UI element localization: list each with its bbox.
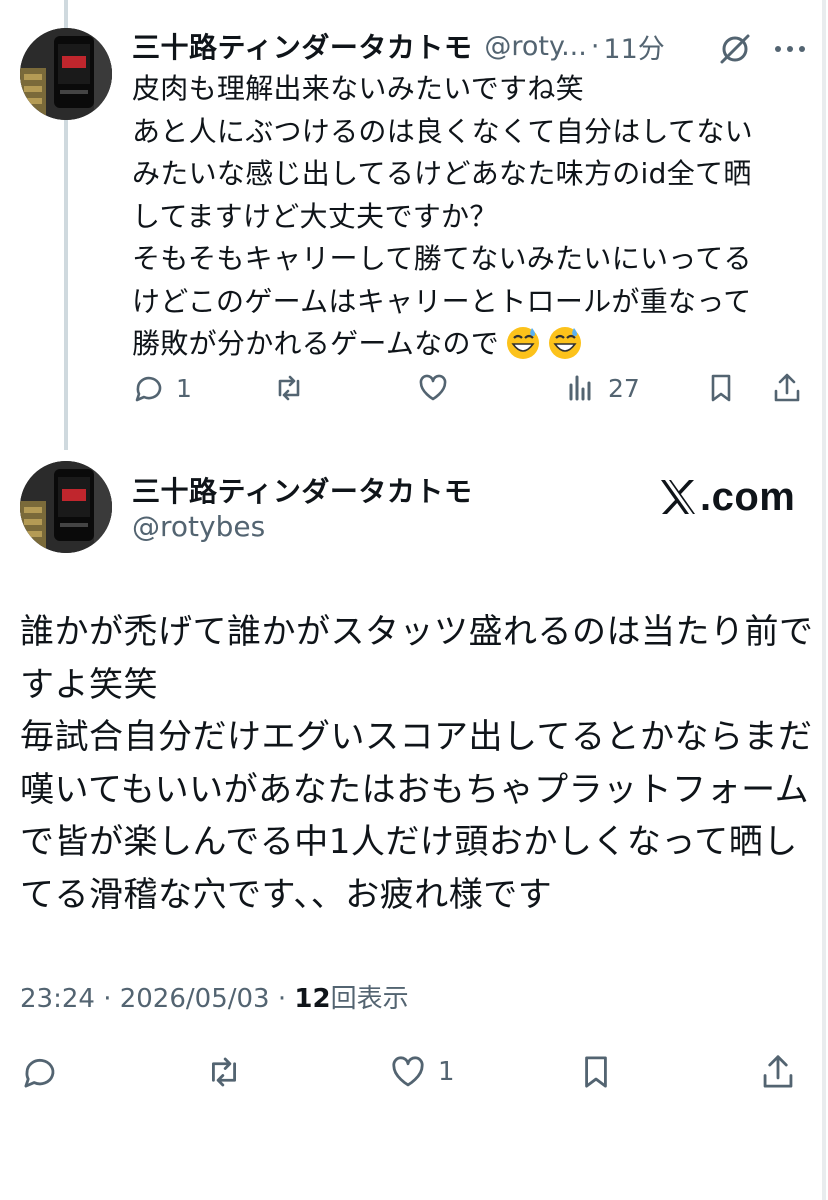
grok-icon[interactable] bbox=[718, 32, 752, 66]
text-line: 嘆いてもいいがあなたはおもちゃプラットフォーム bbox=[20, 769, 810, 810]
share-icon bbox=[774, 373, 800, 402]
views-count: 27 bbox=[608, 373, 640, 403]
like-count: 1 bbox=[438, 1057, 455, 1087]
bookmark-button[interactable] bbox=[576, 1050, 616, 1094]
share-button[interactable] bbox=[770, 366, 804, 410]
user-handle[interactable]: @roty... bbox=[484, 31, 587, 62]
repost-button[interactable] bbox=[204, 1050, 244, 1094]
text-line: あと人にぶつけるのは良くなくて自分はしてない bbox=[132, 114, 753, 148]
post-time[interactable]: 11分 bbox=[603, 27, 664, 66]
brand-suffix: .com bbox=[700, 474, 796, 519]
post-metadata: 23:24 · 2026/05/03 · 12回表示 bbox=[20, 978, 409, 1015]
avatar[interactable] bbox=[20, 461, 112, 553]
repost-button[interactable] bbox=[272, 366, 306, 410]
post-timestamp[interactable]: 23:24 · 2026/05/03 · bbox=[20, 984, 294, 1014]
text-line: すよ笑笑 bbox=[20, 664, 158, 705]
bookmark-button[interactable] bbox=[704, 366, 738, 410]
text-line: 勝敗が分かれるゲームなので bbox=[132, 327, 500, 360]
heart-icon bbox=[419, 374, 447, 401]
repost-icon bbox=[212, 1057, 236, 1087]
reply-button[interactable] bbox=[20, 1050, 60, 1094]
scroll-edge bbox=[822, 0, 826, 1200]
more-options-icon[interactable] bbox=[770, 32, 810, 66]
reply-text: 皮肉も理解出来ないみたいですね笑 あと人にぶつけるのは良くなくて自分はしてない … bbox=[132, 68, 812, 366]
reply-button[interactable]: 1 bbox=[132, 366, 192, 410]
like-button[interactable]: 1 bbox=[388, 1050, 455, 1094]
text-line: してますけど大丈夫ですか？ bbox=[132, 199, 498, 233]
text-line: 誰かが禿げて誰かがスタッツ盛れるのは当たり前で bbox=[20, 612, 814, 652]
avatar-image bbox=[20, 28, 112, 120]
separator: · bbox=[590, 30, 600, 62]
reply-count: 1 bbox=[176, 373, 192, 403]
like-button[interactable] bbox=[416, 366, 450, 410]
avatar-image bbox=[20, 461, 112, 553]
display-name[interactable]: 三十路ティンダータカトモ bbox=[132, 26, 472, 66]
text-line: で皆が楽しんでる中1人だけ頭おかしくなって晒し bbox=[20, 822, 798, 862]
heart-icon bbox=[392, 1056, 424, 1087]
text-line: てる滑稽な穴です、、お疲れ様です bbox=[20, 874, 553, 915]
views-button[interactable]: 27 bbox=[564, 366, 640, 410]
text-line: 毎試合自分だけエグいスコア出してるとかならまだ bbox=[20, 717, 813, 757]
views-chart-icon bbox=[569, 375, 591, 401]
main-post-text: 誰かが禿げて誰かがスタッツ盛れるのは当たり前で すよ笑笑 毎試合自分だけエグいス… bbox=[20, 606, 814, 921]
user-handle[interactable]: @rotybes bbox=[132, 510, 265, 543]
reply-action-bar: 1 27 bbox=[132, 366, 812, 410]
text-line: みたいな感じ出してるけどあなた味方のid全て晒 bbox=[132, 157, 752, 190]
view-count-number: 12 bbox=[294, 984, 331, 1014]
bookmark-icon bbox=[711, 374, 731, 402]
avatar[interactable] bbox=[20, 28, 112, 120]
text-line: 皮肉も理解出来ないみたいですね笑 bbox=[132, 72, 584, 105]
x-com-logo: .com bbox=[658, 472, 795, 522]
view-count-label: 回表示 bbox=[330, 984, 409, 1014]
grinning-sweat-emoji-icon bbox=[507, 327, 540, 359]
share-icon bbox=[763, 1055, 793, 1088]
text-line: そもそもキャリーして勝てないみたいにいってる bbox=[132, 242, 752, 275]
display-name[interactable]: 三十路ティンダータカトモ bbox=[132, 470, 472, 510]
x-logo-icon bbox=[661, 480, 695, 514]
comment-icon bbox=[135, 376, 162, 402]
repost-icon bbox=[278, 375, 300, 401]
grinning-sweat-emoji-icon bbox=[549, 327, 582, 359]
bookmark-icon bbox=[585, 1056, 607, 1088]
share-button[interactable] bbox=[758, 1050, 798, 1094]
main-action-bar: 1 bbox=[20, 1050, 810, 1094]
comment-icon bbox=[24, 1058, 55, 1088]
text-line: けどこのゲームはキャリーとトロールが重なって bbox=[132, 284, 752, 318]
